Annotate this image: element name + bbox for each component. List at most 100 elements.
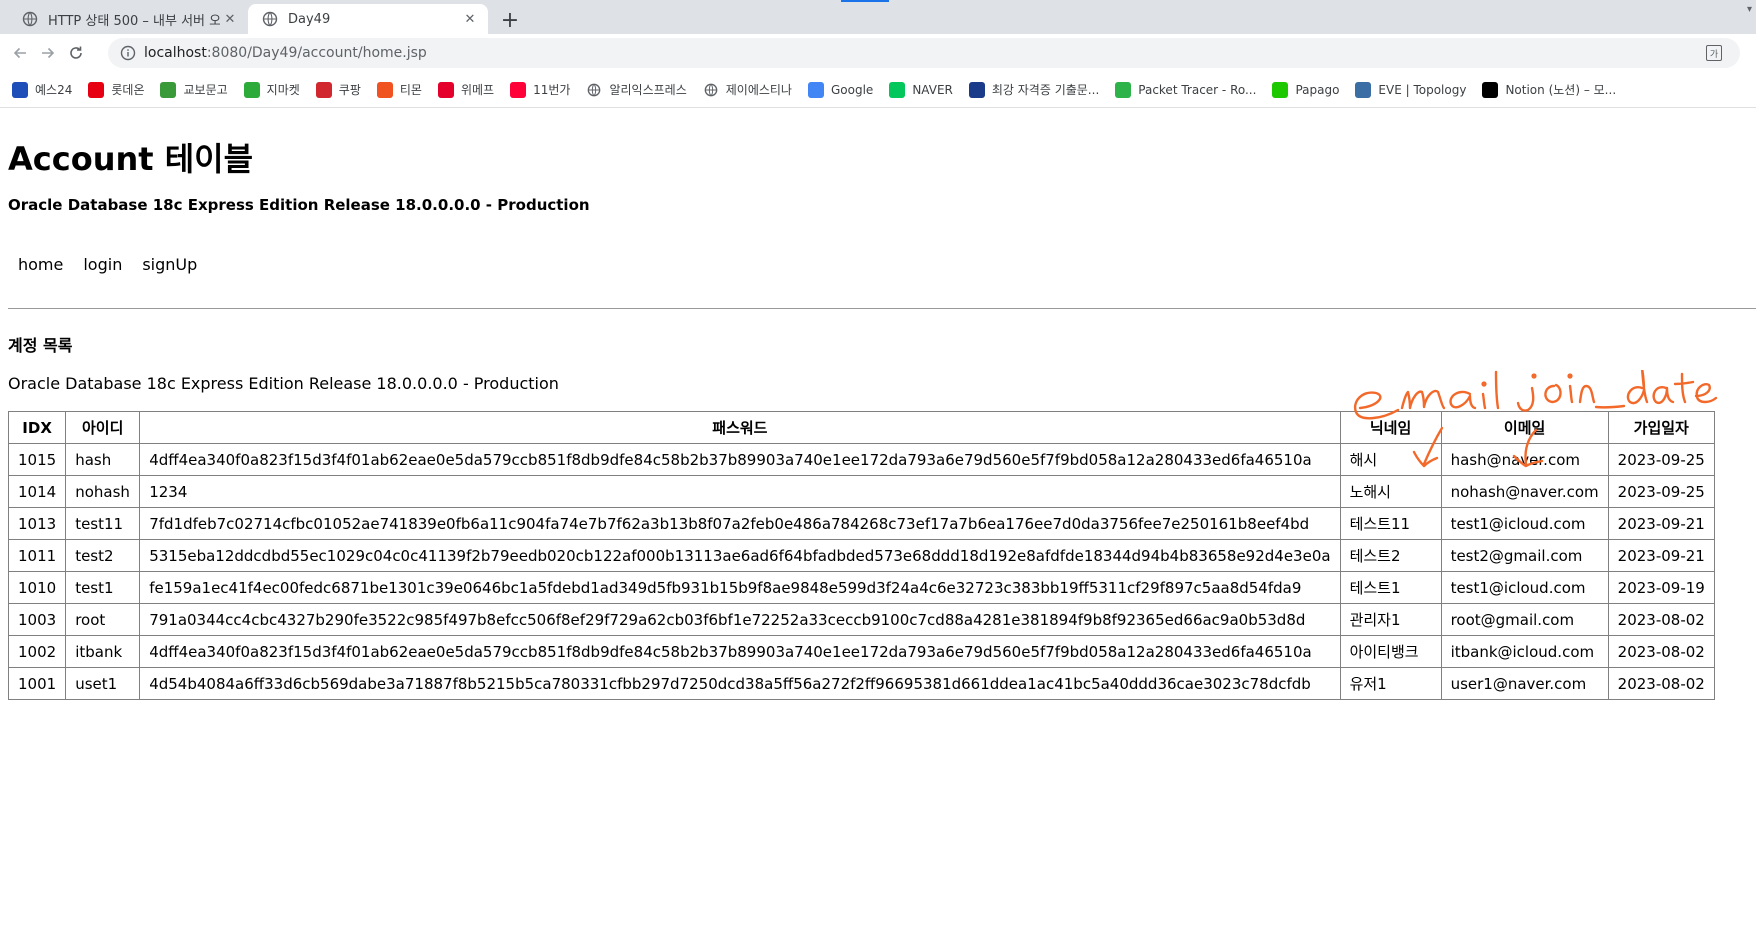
globe-icon <box>22 11 38 27</box>
info-icon[interactable] <box>120 45 136 61</box>
nav-link-home[interactable]: home <box>8 255 73 274</box>
bookmark-item[interactable]: 쿠팡 <box>315 81 361 98</box>
cell-email: test2@gmail.com <box>1440 539 1609 572</box>
new-tab-button[interactable]: + <box>496 6 524 34</box>
close-icon[interactable]: ✕ <box>220 9 240 29</box>
bookmark-item[interactable]: 11번가 <box>510 81 570 98</box>
bookmark-item[interactable]: 교보문고 <box>160 81 228 98</box>
naver-icon <box>889 81 906 98</box>
bookmark-item[interactable]: Google <box>807 81 874 98</box>
join-date-handwriting <box>1673 372 1695 404</box>
bookmark-label: Papago <box>1295 82 1340 97</box>
url-host: localhost <box>144 45 207 61</box>
back-button[interactable] <box>8 41 32 65</box>
join-date-handwriting <box>1567 373 1573 379</box>
cell-nickname: 관리자1 <box>1339 603 1442 636</box>
bookmark-item[interactable]: Papago <box>1272 81 1340 98</box>
bookmark-label: NAVER <box>912 82 953 97</box>
address-bar[interactable]: localhost:8080/Day49/account/home.jsp 가 <box>108 38 1740 68</box>
cell-idx: 1001 <box>7 667 67 700</box>
translate-icon[interactable]: 가 <box>1706 45 1722 61</box>
reload-button[interactable] <box>64 41 88 65</box>
cell-id: itbank <box>65 635 141 668</box>
handwritten-annotation <box>1353 370 1718 468</box>
bookmark-item[interactable]: 지마켓 <box>243 81 300 98</box>
bookmark-label: 롯데온 <box>111 83 145 97</box>
main-nav: home login signUp <box>8 255 207 274</box>
page-title: Account 테이블 <box>8 140 254 178</box>
cell-join-date: 2023-08-02 <box>1607 635 1715 668</box>
join-date-handwriting <box>1544 383 1562 404</box>
bookmark-label: 교보문고 <box>183 83 228 97</box>
annotation-strokes <box>1353 370 1718 468</box>
cell-id: test1 <box>65 571 141 604</box>
cell-idx: 1014 <box>7 475 67 508</box>
cell-email: user1@naver.com <box>1440 667 1609 700</box>
join-date-arrow <box>1512 454 1544 468</box>
cell-nickname: 테스트2 <box>1339 539 1442 572</box>
cell-idx: 1011 <box>7 539 67 572</box>
papago-icon <box>1272 81 1289 98</box>
chevron-down-icon[interactable]: ▾ <box>1747 4 1752 15</box>
cell-join-date: 2023-09-21 <box>1607 539 1715 572</box>
tab-strip: HTTP 상태 500 – 내부 서버 오류 ✕ Day49 ✕ + ▾ <box>0 0 1756 34</box>
cell-id: uset1 <box>65 667 141 700</box>
cell-email: test1@icloud.com <box>1440 571 1609 604</box>
google-icon <box>807 81 824 98</box>
cell-idx: 1002 <box>7 635 67 668</box>
join-date-handwriting <box>1516 386 1535 412</box>
tmon-icon <box>376 81 393 98</box>
cell-password: 791a0344cc4cbc4327b290fe3522c985f497b8ef… <box>139 603 1341 636</box>
bookmark-label: 11번가 <box>533 83 571 97</box>
tab-http-500[interactable]: HTTP 상태 500 – 내부 서버 오류 ✕ <box>8 4 248 34</box>
cell-id: nohash <box>65 475 141 508</box>
cell-id: test11 <box>65 507 141 540</box>
email-handwriting <box>1353 391 1400 420</box>
cell-idx: 1010 <box>7 571 67 604</box>
divider <box>8 308 1756 309</box>
bookmark-label: 지마켓 <box>266 83 300 97</box>
bookmark-item[interactable]: 예스24 <box>12 81 72 98</box>
bookmark-item[interactable]: 티몬 <box>376 81 422 98</box>
kyobo-icon <box>160 81 177 98</box>
close-icon[interactable]: ✕ <box>460 9 480 29</box>
bookmark-label: 티몬 <box>399 83 422 97</box>
join-date-handwriting <box>1694 383 1718 404</box>
page-content: Account 테이블 Oracle Database 18c Express … <box>0 108 1756 941</box>
bookmark-item[interactable]: 알리익스프레스 <box>586 81 687 98</box>
gmarket-icon <box>243 81 260 98</box>
gsc-icon <box>968 81 985 98</box>
bookmark-item[interactable]: 위메프 <box>437 81 494 98</box>
header-idx: IDX <box>7 411 67 444</box>
bookmark-item[interactable]: 최강 자격증 기출문... <box>968 81 1099 98</box>
table-row: 1010 test1 fe159a1ec41f4ec00fedc6871be1301… <box>7 571 1715 604</box>
forward-button[interactable] <box>36 41 60 65</box>
table-row: 1011 test2 5315eba12ddcdbd55ec1029c04c0c41… <box>7 539 1715 572</box>
section-title: 계정 목록 <box>8 336 73 355</box>
nav-link-login[interactable]: login <box>73 255 132 274</box>
nav-link-signup[interactable]: signUp <box>132 255 207 274</box>
table-row: 1001 uset1 4d54b4084a6ff33d6cb569dabe3a718… <box>7 667 1715 700</box>
cell-email: itbank@icloud.com <box>1440 635 1609 668</box>
bookmark-label: Google <box>830 82 874 97</box>
join-date-handwriting <box>1531 373 1537 379</box>
join-date-handwriting <box>1568 384 1574 404</box>
email-handwriting <box>1494 370 1500 410</box>
join-date-handwriting <box>1578 384 1596 404</box>
table-row: 1002 itbank 4dff4ea340f0a823f15d3f4f01ab62… <box>7 635 1715 668</box>
cell-password: fe159a1ec41f4ec00fedc6871be1301c39e0646b… <box>139 571 1341 604</box>
db-version-text: Oracle Database 18c Express Edition Rele… <box>8 374 559 393</box>
join-date-arrow <box>1524 428 1538 466</box>
tab-day49[interactable]: Day49 ✕ <box>248 4 488 34</box>
tab-title: HTTP 상태 500 – 내부 서버 오류 <box>48 13 220 29</box>
bookmark-item[interactable]: Notion (노션) – 모... <box>1482 81 1616 98</box>
globe-icon <box>703 82 719 98</box>
bookmark-item[interactable]: EVE | Topology <box>1355 81 1466 98</box>
bookmark-item[interactable]: 롯데온 <box>88 81 144 98</box>
bookmark-item[interactable]: Packet Tracer - Ro... <box>1115 81 1256 98</box>
bookmark-item[interactable]: 제이에스티나 <box>703 81 792 98</box>
join-date-handwriting <box>1626 370 1649 405</box>
bookmark-item[interactable]: NAVER <box>889 81 953 98</box>
cell-id: hash <box>65 443 141 476</box>
join-date-handwriting <box>1594 404 1626 409</box>
